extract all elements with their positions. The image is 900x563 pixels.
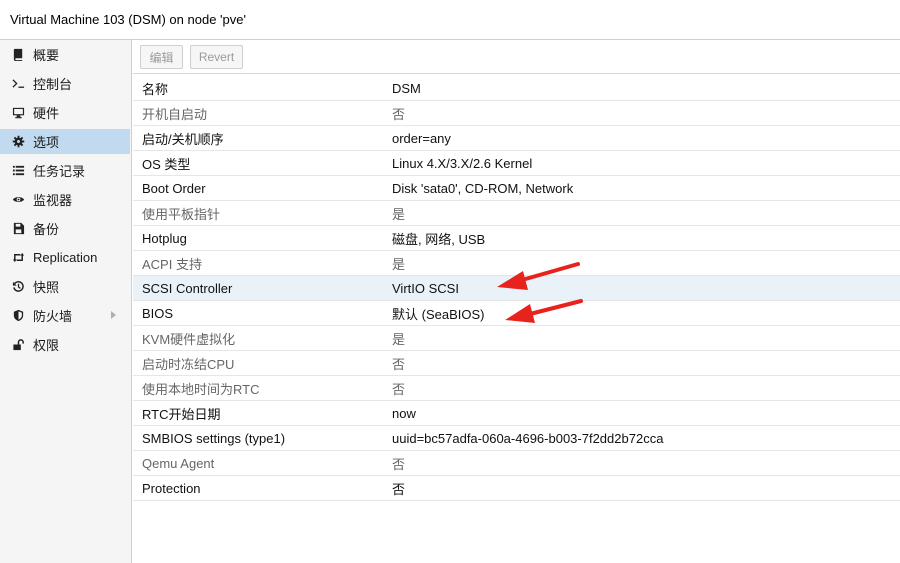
option-value: 是 [392,206,406,222]
table-row[interactable]: BIOS 默认 (SeaBIOS) [133,301,900,326]
option-value: VirtIO SCSI [392,280,459,296]
option-key: Hotplug [142,230,187,246]
sidebar-item-label: 监视器 [33,193,73,208]
sidebar-item-label: 快照 [33,280,60,295]
sidebar-item-task-history[interactable]: 任务记录 [0,158,130,183]
sidebar-item-backup[interactable]: 备份 [0,216,130,241]
book-icon [11,48,25,62]
floppy-icon [11,222,25,236]
option-value: 否 [392,456,406,472]
option-value: Linux 4.X/3.X/2.6 Kernel [392,155,533,171]
history-icon [11,280,25,294]
sidebar-item-label: 防火墙 [33,309,73,324]
table-row[interactable]: 启动/关机顺序 order=any [133,126,900,151]
toolbar: 编辑 Revert [133,40,900,74]
table-row[interactable]: KVM硬件虚拟化 是 [133,326,900,351]
option-key: RTC开始日期 [142,406,221,422]
option-value: 否 [392,481,406,497]
sidebar-item-snapshots[interactable]: 快照 [0,274,130,299]
eye-icon [11,193,25,207]
table-row[interactable]: 名称 DSM [133,76,900,101]
option-key: Qemu Agent [142,455,215,471]
table-row[interactable]: 使用平板指针 是 [133,201,900,226]
option-key: OS 类型 [142,156,191,172]
table-row[interactable]: 使用本地时间为RTC 否 [133,376,900,401]
chevron-right-icon[interactable] [111,311,116,319]
sidebar-item-options[interactable]: 选项 [0,129,130,154]
option-key: 使用平板指针 [142,206,221,222]
table-row[interactable]: 启动时冻结CPU 否 [133,351,900,376]
table-row[interactable]: Hotplug 磁盘, 网络, USB [133,226,900,251]
option-key: SMBIOS settings (type1) [142,430,286,446]
option-key: ACPI 支持 [142,256,202,272]
sidebar-item-replication[interactable]: Replication [0,245,130,270]
unlock-icon [11,338,25,352]
window-titlebar: Virtual Machine 103 (DSM) on node 'pve' [0,0,900,40]
option-value: 否 [392,356,406,372]
retweet-icon [11,251,25,265]
table-row[interactable]: Protection 否 [133,476,900,501]
table-row[interactable]: Qemu Agent 否 [133,451,900,476]
sidebar-item-monitor[interactable]: 监视器 [0,187,130,212]
monitor-icon [11,106,25,120]
option-key: 开机自启动 [142,106,208,122]
table-row[interactable]: ACPI 支持 是 [133,251,900,276]
sidebar-item-label: 备份 [33,222,60,237]
window-title: Virtual Machine 103 (DSM) on node 'pve' [10,12,246,27]
option-value: DSM [392,80,421,96]
sidebar-item-label: 权限 [33,338,60,353]
edit-button[interactable]: 编辑 [140,45,183,69]
list-icon [11,164,25,178]
sidebar-item-hardware[interactable]: 硬件 [0,100,130,125]
option-value: order=any [392,130,451,146]
option-value: 是 [392,331,406,347]
sidebar-item-label: 硬件 [33,106,60,121]
option-key: SCSI Controller [142,280,233,296]
sidebar-item-label: 选项 [33,135,60,150]
option-key: 名称 [142,81,169,97]
table-row[interactable]: SMBIOS settings (type1) uuid=bc57adfa-060… [133,426,900,451]
options-panel: 编辑 Revert 名称 DSM 开机自启动否 启动/关机顺序 order=any … [133,40,900,563]
option-value: 默认 (SeaBIOS) [392,306,485,322]
option-value: uuid=bc57adfa-060a-4696-b003-7f2dd2b72cc… [392,430,664,446]
option-value: 否 [392,106,406,122]
sidebar-item-label: 概要 [33,48,60,63]
sidebar-item-label: 任务记录 [33,164,86,179]
option-key: KVM硬件虚拟化 [142,331,236,347]
sidebar-item-console[interactable]: 控制台 [0,71,130,96]
sidebar: 概要 控制台 硬件 选项 任务记录 监视器 备份 Replication 快照 … [0,40,132,563]
option-key: Boot Order [142,180,206,196]
option-key: 使用本地时间为RTC [142,381,260,397]
shield-icon [11,309,25,323]
sidebar-item-summary[interactable]: 概要 [0,42,130,67]
option-key: BIOS [142,305,174,321]
terminal-icon [11,77,25,91]
gear-icon [11,135,25,149]
sidebar-item-permissions[interactable]: 权限 [0,332,130,357]
option-value: Disk 'sata0', CD-ROM, Network [392,180,574,196]
option-value: 是 [392,256,406,272]
table-row[interactable]: RTC开始日期 now [133,401,900,426]
table-row[interactable]: 开机自启动 否 [133,101,900,126]
option-key: Protection [142,480,201,496]
table-row[interactable]: SCSI Controller VirtIO SCSI [133,276,900,301]
option-key: 启动时冻结CPU [142,356,235,372]
table-row[interactable]: Boot Order Disk 'sata0', CD-ROM, Network [133,176,900,201]
option-value: 磁盘, 网络, USB [392,231,486,247]
option-value: 否 [392,381,406,397]
sidebar-item-label: 控制台 [33,77,73,92]
option-value: now [392,405,416,421]
option-key: 启动/关机顺序 [142,131,224,147]
sidebar-item-firewall[interactable]: 防火墙 [0,303,130,328]
revert-button[interactable]: Revert [190,45,243,69]
sidebar-item-label: Replication [33,250,98,265]
table-row[interactable]: OS 类型 Linux 4.X/3.X/2.6 Kernel [133,151,900,176]
